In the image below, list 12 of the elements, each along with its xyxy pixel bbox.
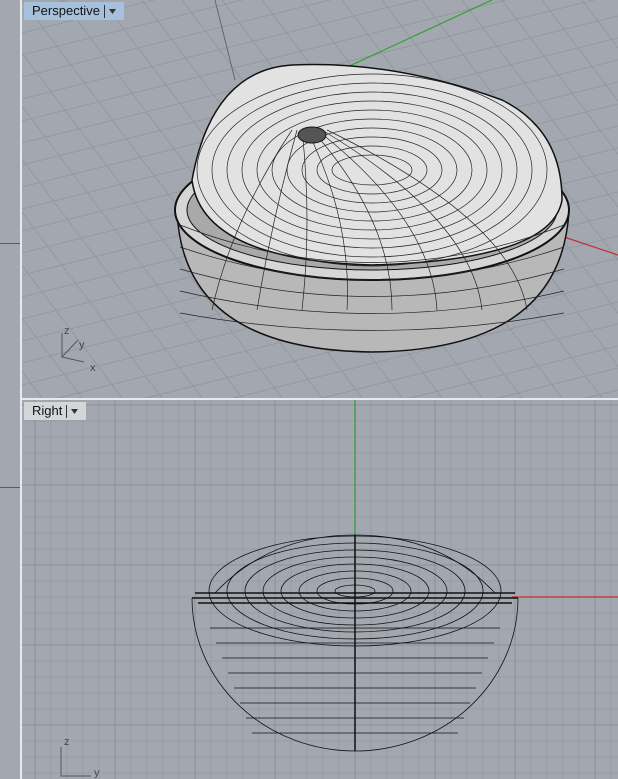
axis-label: x (90, 363, 96, 374)
dropdown-caret-icon (108, 8, 116, 14)
viewport-title-tab[interactable]: Perspective (24, 2, 124, 20)
viewport[interactable]: Right z y (22, 400, 618, 779)
viewport-title-tab[interactable]: Right (24, 402, 86, 420)
dropdown-caret-icon (71, 408, 78, 414)
axis-label: z (64, 326, 70, 337)
viewport[interactable]: Perspective z y x (22, 0, 618, 398)
axis-triad-icon (60, 747, 92, 777)
axis-label: z (64, 737, 70, 748)
axis-label: y (94, 768, 100, 779)
axis-label: y (79, 340, 84, 351)
